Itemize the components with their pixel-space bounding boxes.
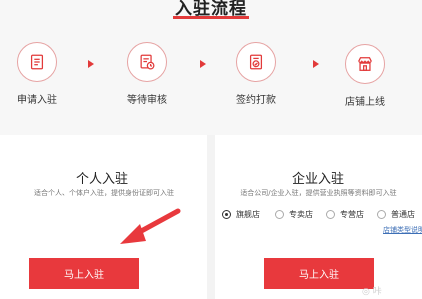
step-arrow-icon: [313, 60, 319, 68]
storefront-icon: [345, 44, 385, 84]
step-label-contract: 签约打款: [236, 95, 276, 106]
title-underline: [173, 16, 249, 19]
step-arrow-icon: [200, 60, 206, 68]
pending-review-icon: [127, 42, 167, 82]
radio-label: 专卖店: [289, 210, 313, 219]
card-divider: [207, 135, 215, 299]
process-section: 入驻流程 申请入驻 等待审核 签约打款 店铺上线: [0, 0, 422, 135]
contract-payment-icon: [236, 42, 276, 82]
application-form-icon: [17, 42, 57, 82]
individual-apply-button[interactable]: 马上入驻: [29, 258, 139, 289]
individual-card-title: 个人入驻: [75, 172, 128, 187]
radio-checked-icon[interactable]: [222, 210, 231, 219]
radio-franchise[interactable]: 专营店: [326, 209, 364, 220]
enterprise-apply-button[interactable]: 马上入驻: [264, 258, 374, 289]
store-type-radio-group: 旗舰店 专卖店 专营店 普通店: [222, 209, 422, 223]
enterprise-card-title: 企业入驻: [291, 172, 344, 187]
step-label-review: 等待审核: [127, 95, 167, 106]
radio-regular[interactable]: 普通店: [377, 209, 415, 220]
individual-card-desc: 适合个人、个体户入驻，提供身份证即可入驻: [34, 189, 174, 197]
radio-flagship[interactable]: 旗舰店: [222, 209, 260, 220]
store-type-info-link[interactable]: 店铺类型说明: [383, 225, 422, 235]
arrow-pointer-icon: [120, 208, 181, 244]
step-label-apply: 申请入驻: [17, 95, 57, 106]
enterprise-card-desc: 适合公司/企业入驻，提供营业执照等资料即可入驻: [240, 189, 397, 197]
radio-specialty[interactable]: 专卖店: [275, 209, 313, 220]
radio-unchecked-icon[interactable]: [377, 210, 386, 219]
step-arrow-icon: [88, 60, 94, 68]
radio-label: 旗舰店: [236, 210, 260, 219]
radio-unchecked-icon[interactable]: [275, 210, 284, 219]
radio-label: 普通店: [391, 210, 415, 219]
radio-unchecked-icon[interactable]: [326, 210, 335, 219]
watermark: ◎ 咔: [362, 287, 382, 297]
radio-label: 专营店: [340, 210, 364, 219]
step-label-launch: 店铺上线: [345, 97, 385, 108]
